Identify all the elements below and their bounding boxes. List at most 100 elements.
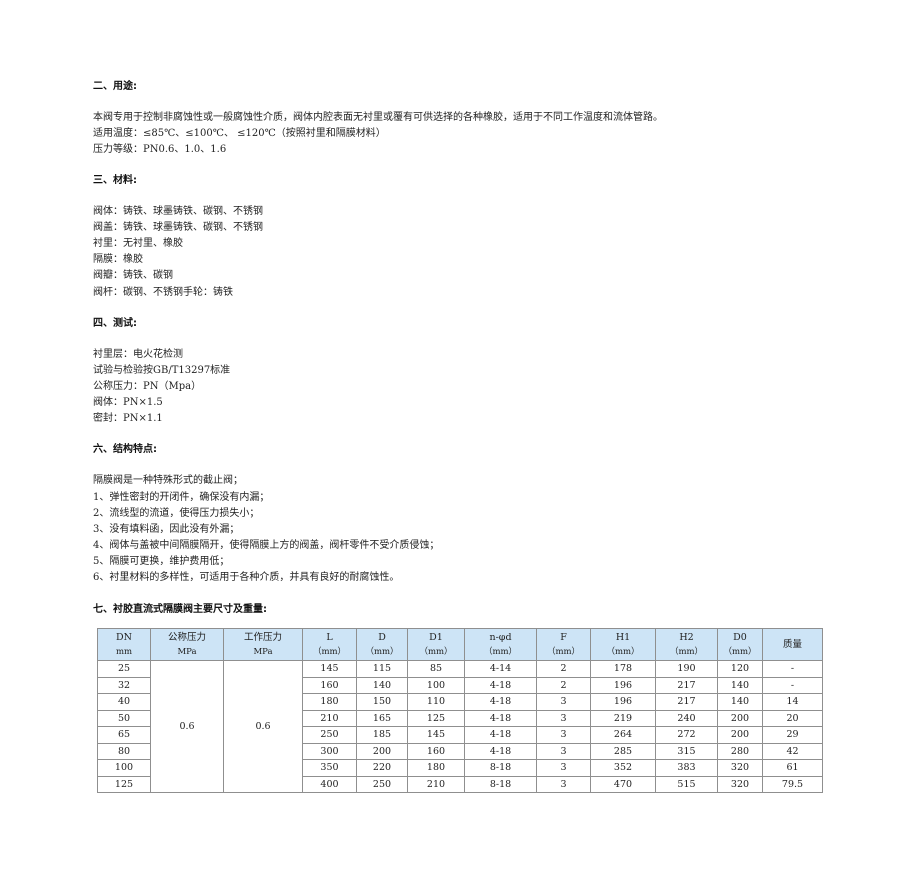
cell-weight: 42 xyxy=(762,742,823,760)
header-h2: H2 （mm） xyxy=(655,628,718,661)
cell-weight: 14 xyxy=(762,693,823,711)
features-line-5: 4、阀体与盖被中间隔膜隔开，使得隔膜上方的阀盖，阀杆零件不受介质侵蚀； xyxy=(93,540,440,551)
cell-weight: 79.5 xyxy=(762,775,823,793)
cell-f: 2 xyxy=(536,676,591,694)
cell-f: 3 xyxy=(536,726,591,744)
materials-line-4: 隔膜：橡胶 xyxy=(93,254,143,265)
cell-d0: 200 xyxy=(717,726,763,744)
cell-d1: 210 xyxy=(407,775,465,793)
cell-h1: 264 xyxy=(590,726,656,744)
cell-weight: - xyxy=(762,676,823,694)
header-d1: D1 （mm） xyxy=(407,628,465,661)
cell-h2: 240 xyxy=(655,709,718,727)
cell-h1: 178 xyxy=(590,660,656,678)
header-working-pressure: 工作压力 MPa xyxy=(223,628,303,661)
cell-l: 210 xyxy=(302,709,357,727)
cell-f: 3 xyxy=(536,759,591,777)
materials-line-6: 阀杆：碳钢、不锈钢手轮：铸铁 xyxy=(93,287,233,298)
cell-l: 180 xyxy=(302,693,357,711)
cell-l: 300 xyxy=(302,742,357,760)
cell-l: 350 xyxy=(302,759,357,777)
features-line-1: 隔膜阀是一种特殊形式的截止阀； xyxy=(93,475,243,486)
cell-h2: 315 xyxy=(655,742,718,760)
features-line-3: 2、流线型的流道，使得压力损失小； xyxy=(93,508,260,519)
cell-d: 220 xyxy=(356,759,408,777)
cell-h1: 219 xyxy=(590,709,656,727)
header-d0: D0 （mm） xyxy=(717,628,763,661)
document-page: 二、用途: 本阀专用于控制非腐蚀性或一般腐蚀性介质，阀体内腔表面无衬里或覆有可供… xyxy=(0,0,920,878)
materials-line-3: 衬里：无衬里、橡胶 xyxy=(93,238,183,249)
cell-f: 3 xyxy=(536,775,591,793)
cell-weight: - xyxy=(762,660,823,678)
features-line-4: 3、没有填料函，因此没有外漏； xyxy=(93,524,240,535)
features-line-7: 6、衬里材料的多样性，可适用于各种介质，并具有良好的耐腐蚀性。 xyxy=(93,572,400,583)
cell-h1: 470 xyxy=(590,775,656,793)
cell-dn: 50 xyxy=(97,709,151,727)
cell-n-phi-d: 8-18 xyxy=(464,775,537,793)
cell-h2: 272 xyxy=(655,726,718,744)
testing-line-4: 阀体：PN×1.5 xyxy=(93,397,163,408)
cell-f: 3 xyxy=(536,742,591,760)
materials-line-5: 阀瓣：铸铁、碳钢 xyxy=(93,270,173,281)
cell-d1: 100 xyxy=(407,676,465,694)
testing-line-2: 试验与检验按GB/T13297标准 xyxy=(93,365,231,376)
features-line-6: 5、隔膜可更换，维护费用低； xyxy=(93,556,230,567)
cell-d: 140 xyxy=(356,676,408,694)
cell-d1: 110 xyxy=(407,693,465,711)
dimensions-heading: 七、衬胶直流式隔膜阀主要尺寸及重量: xyxy=(93,604,267,615)
cell-dn: 80 xyxy=(97,742,151,760)
materials-line-1: 阀体：铸铁、球墨铸铁、碳钢、不锈钢 xyxy=(93,206,263,217)
materials-heading: 三、材料: xyxy=(93,175,137,186)
header-f: F （mm） xyxy=(536,628,591,661)
cell-dn: 125 xyxy=(97,775,151,793)
cell-h2: 383 xyxy=(655,759,718,777)
cell-l: 145 xyxy=(302,660,357,678)
cell-l: 250 xyxy=(302,726,357,744)
cell-d: 115 xyxy=(356,660,408,678)
cell-d0: 280 xyxy=(717,742,763,760)
cell-d1: 125 xyxy=(407,709,465,727)
cell-l: 400 xyxy=(302,775,357,793)
cell-l: 160 xyxy=(302,676,357,694)
features-line-2: 1、弹性密封的开闭件，确保没有内漏； xyxy=(93,492,270,503)
cell-n-phi-d: 4-18 xyxy=(464,726,537,744)
header-weight: 质量 xyxy=(762,628,823,661)
cell-weight: 29 xyxy=(762,726,823,744)
cell-weight: 61 xyxy=(762,759,823,777)
cell-h2: 515 xyxy=(655,775,718,793)
cell-h2: 217 xyxy=(655,676,718,694)
cell-dn: 25 xyxy=(97,660,151,678)
cell-h2: 190 xyxy=(655,660,718,678)
cell-nominal-pressure: 0.6 xyxy=(150,660,224,793)
cell-dn: 40 xyxy=(97,693,151,711)
cell-d0: 120 xyxy=(717,660,763,678)
header-d: D （mm） xyxy=(356,628,408,661)
cell-d: 150 xyxy=(356,693,408,711)
usage-line-2: 适用温度：≤85℃、≤100℃、 ≤120℃（按照衬里和隔膜材料） xyxy=(93,128,386,139)
cell-h1: 285 xyxy=(590,742,656,760)
table-row: 25 0.6 0.6 145 115 85 4-14 2 178 190 120- xyxy=(97,660,823,793)
cell-d0: 320 xyxy=(717,775,763,793)
testing-line-5: 密封：PN×1.1 xyxy=(93,413,163,424)
cell-n-phi-d: 4-18 xyxy=(464,709,537,727)
cell-h1: 196 xyxy=(590,693,656,711)
cell-d1: 85 xyxy=(407,660,465,678)
header-nominal-pressure: 公称压力 MPa xyxy=(150,628,224,661)
cell-h2: 217 xyxy=(655,693,718,711)
testing-line-3: 公称压力：PN（Mpa） xyxy=(93,381,202,392)
cell-f: 3 xyxy=(536,693,591,711)
cell-d: 165 xyxy=(356,709,408,727)
header-dn: DN mm xyxy=(97,628,151,661)
header-h1: H1 （mm） xyxy=(590,628,656,661)
cell-n-phi-d: 4-18 xyxy=(464,693,537,711)
cell-n-phi-d: 4-18 xyxy=(464,676,537,694)
cell-d1: 180 xyxy=(407,759,465,777)
usage-line-3: 压力等级：PN0.6、1.0、1.6 xyxy=(93,144,227,155)
cell-d: 200 xyxy=(356,742,408,760)
testing-line-1: 衬里层：电火花检测 xyxy=(93,349,183,360)
cell-d1: 160 xyxy=(407,742,465,760)
usage-heading: 二、用途: xyxy=(93,81,137,92)
cell-d: 250 xyxy=(356,775,408,793)
cell-f: 2 xyxy=(536,660,591,678)
cell-working-pressure: 0.6 xyxy=(223,660,303,793)
